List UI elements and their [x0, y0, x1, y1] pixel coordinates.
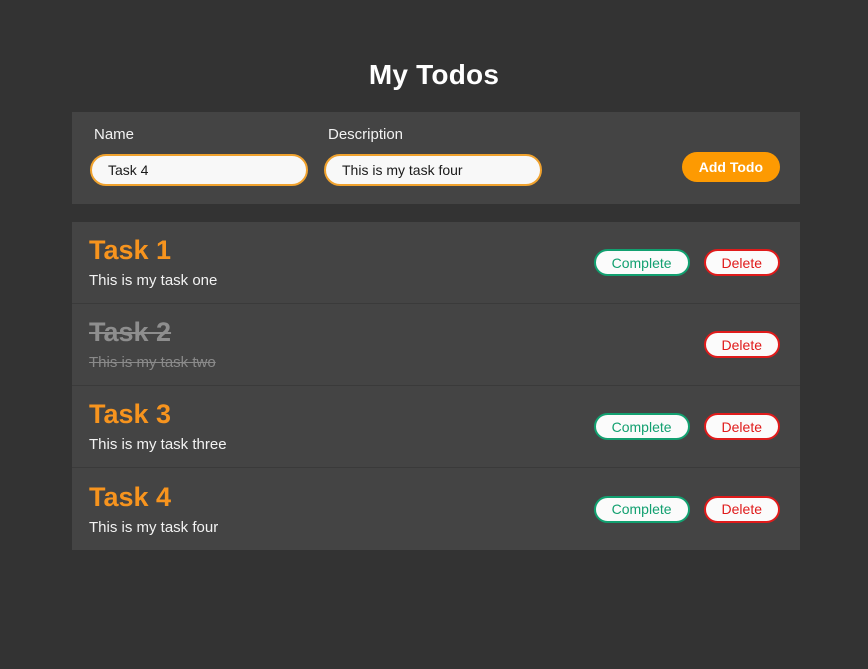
todo-text-block: Task 1 This is my task one — [89, 234, 594, 291]
form-row: Name Description Add Todo — [90, 126, 780, 186]
delete-button[interactable]: Delete — [703, 495, 780, 523]
todo-row: Task 4 This is my task four Complete Delete — [72, 468, 800, 550]
delete-button[interactable]: Delete — [703, 331, 780, 358]
todo-description: This is my task two — [89, 354, 216, 371]
todo-text-block: Task 2 This is my task two — [89, 316, 704, 373]
delete-button[interactable]: Delete — [703, 249, 780, 276]
todo-description: This is my task one — [89, 272, 218, 289]
todo-text-block: Task 3 This is my task three — [89, 398, 594, 455]
complete-button[interactable]: Complete — [593, 495, 690, 523]
todo-row: Task 3 This is my task three Complete Delet… — [72, 386, 800, 468]
todo-description: This is my task three — [89, 436, 227, 453]
description-input[interactable] — [324, 154, 542, 186]
todo-title: Task 4 — [89, 481, 172, 512]
add-todo-button[interactable]: Add Todo — [681, 152, 780, 182]
page-title: My Todos — [368, 59, 500, 90]
todo-row: Task 2 This is my task two Delete — [72, 304, 800, 386]
todo-actions: Delete — [703, 331, 780, 358]
todo-actions: Complete Delete — [593, 249, 780, 276]
add-todo-form-panel: Name Description Add Todo — [72, 112, 800, 204]
name-input[interactable] — [90, 154, 308, 186]
todo-text-block: Task 4 This is my task four — [89, 481, 594, 538]
complete-button[interactable]: Complete — [593, 413, 690, 440]
name-field-group: Name — [90, 126, 308, 186]
todo-actions: Complete Delete — [593, 495, 780, 523]
name-label: Name — [94, 126, 135, 143]
todo-row: Task 1 This is my task one Complete Delete — [72, 222, 800, 304]
complete-button[interactable]: Complete — [593, 249, 690, 276]
todo-list-panel: Task 1 This is my task one Complete Delete T… — [72, 222, 800, 550]
todo-description: This is my task four — [89, 518, 219, 536]
delete-button[interactable]: Delete — [703, 413, 780, 440]
todo-title: Task 3 — [89, 399, 172, 429]
description-field-group: Description — [324, 126, 542, 186]
description-label: Description — [328, 126, 404, 143]
todo-title: Task 2 — [89, 317, 172, 347]
todo-app-page: My Todos Name Description Add Todo Task … — [0, 0, 868, 669]
todo-title: Task 1 — [89, 235, 172, 265]
todo-actions: Complete Delete — [593, 413, 780, 440]
